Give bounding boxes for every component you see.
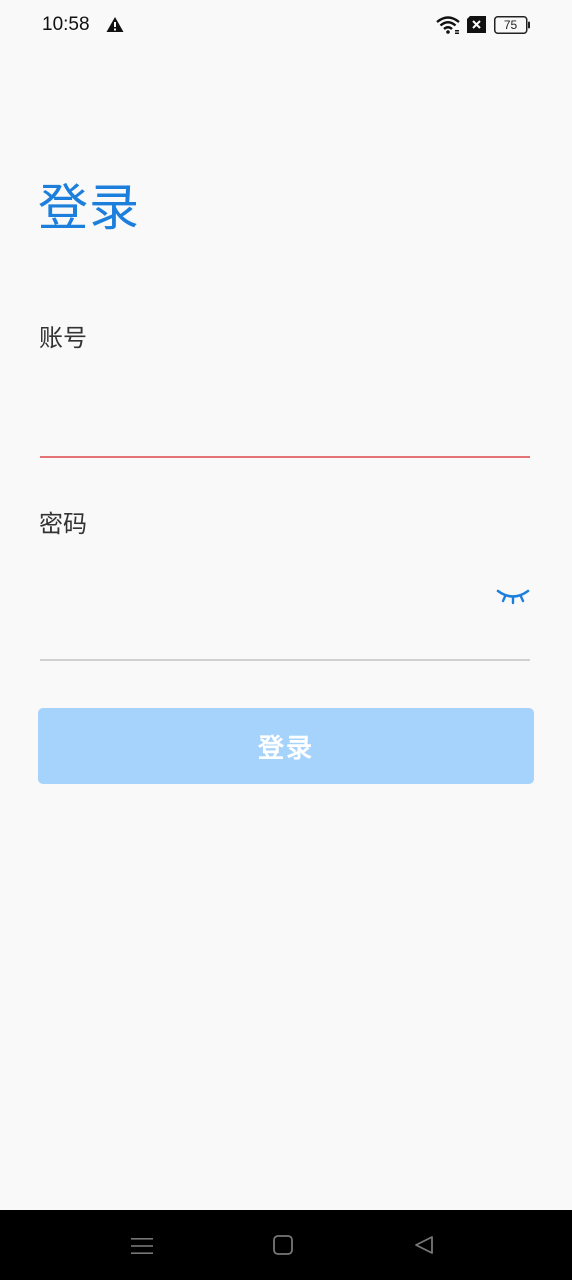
battery-level: 75 [503, 18, 518, 32]
password-label: 密码 [39, 510, 87, 538]
login-screen: 10:58 75 登录 账号 密码 登录 [0, 0, 572, 1280]
warning-icon [106, 17, 124, 32]
account-label: 账号 [39, 324, 87, 352]
sim-off-icon [467, 16, 486, 33]
page-title: 登录 [38, 179, 140, 237]
menu-icon[interactable] [131, 1236, 153, 1256]
status-time: 10:58 [42, 14, 90, 35]
account-input[interactable] [40, 410, 530, 454]
password-underline [40, 659, 530, 661]
password-input[interactable] [40, 610, 480, 654]
eye-closed-icon[interactable] [496, 586, 530, 606]
wifi-icon [436, 16, 460, 34]
login-button[interactable]: 登录 [38, 708, 534, 784]
home-icon[interactable] [273, 1235, 293, 1255]
status-bar: 10:58 75 [0, 0, 572, 52]
account-underline [40, 456, 530, 458]
back-icon[interactable] [414, 1235, 434, 1255]
